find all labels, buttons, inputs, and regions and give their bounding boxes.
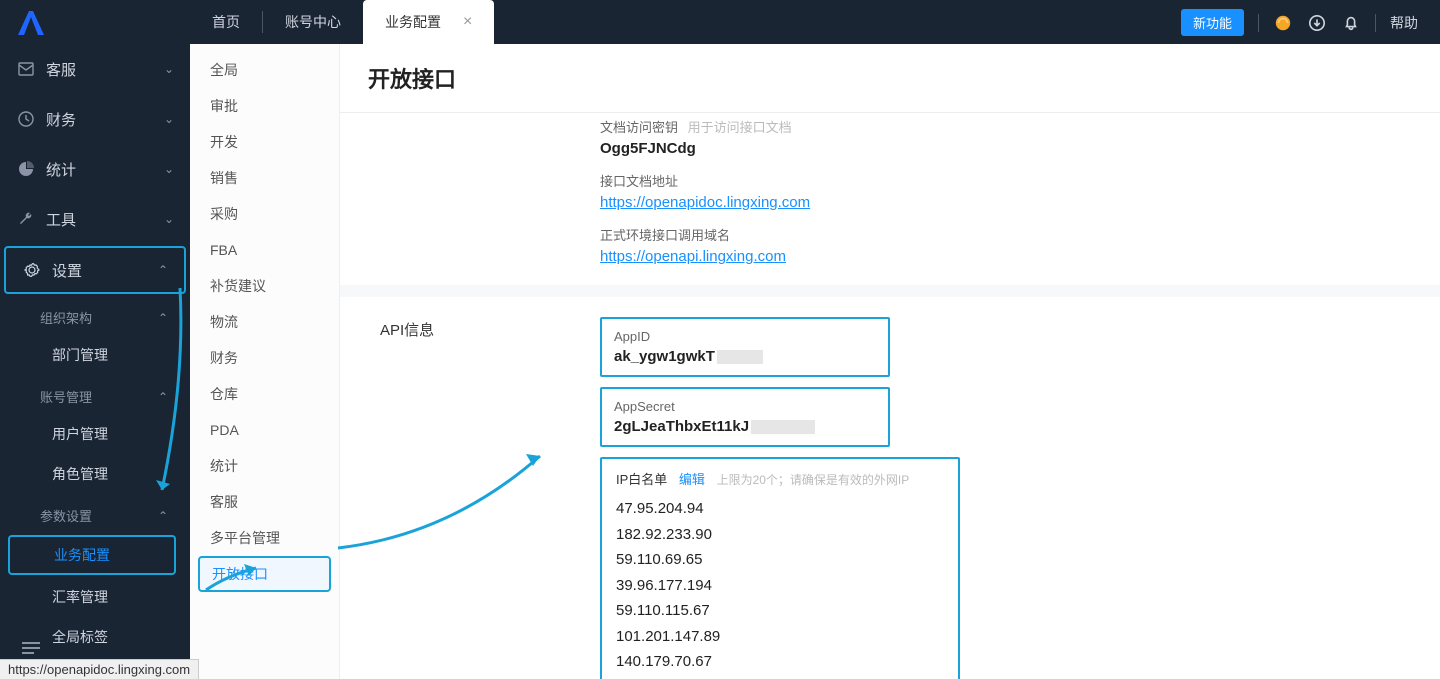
primary-menu-label: 统计 [46,159,76,180]
gear-icon [22,262,42,278]
ip-edit-link[interactable]: 编辑 [679,472,705,487]
submenu-item[interactable]: 业务配置 [8,535,176,575]
top-tab-1[interactable]: 账号中心 [263,0,363,44]
chevron-down-icon: ⌄ [164,62,174,76]
app-secret-masked [751,420,815,434]
primary-menu-工具[interactable]: 工具 ⌄ [0,194,190,244]
secondary-item[interactable]: 财务 [190,340,339,376]
download-icon[interactable] [1307,13,1327,33]
secondary-item[interactable]: 采购 [190,196,339,232]
primary-menu-财务[interactable]: 财务 ⌄ [0,94,190,144]
mail-icon [16,62,36,76]
primary-menu-设置[interactable]: 设置 ⌃ [4,246,186,294]
primary-menu-客服[interactable]: 客服 ⌄ [0,44,190,94]
prod-domain-link[interactable]: https://openapi.lingxing.com [600,248,786,265]
secondary-item[interactable]: 多平台管理 [190,520,339,556]
ip-entry: 140.179.70.67 [616,649,944,675]
secondary-item[interactable]: 销售 [190,160,339,196]
chevron-down-icon: ⌄ [164,112,174,126]
submenu-item[interactable]: 汇率管理 [0,577,190,617]
app-id-label: AppID [614,329,876,344]
secondary-item[interactable]: 审批 [190,88,339,124]
secondary-item[interactable]: 统计 [190,448,339,484]
app-id-masked [717,350,763,364]
page-title: 开放接口 [368,62,1412,94]
submenu-head-params[interactable]: 参数设置⌃ [0,494,190,533]
page-header: 开放接口 [340,44,1440,113]
doc-key-value: Ogg5FJNCdg [600,140,1400,157]
main-content: 开放接口 文档访问密钥 用于访问接口文档 Ogg5FJNCdg 接口文档地址 [340,44,1440,679]
ip-entry: 39.96.177.194 [616,573,944,599]
pie-icon [16,161,36,177]
status-bar-url: https://openapidoc.lingxing.com [0,659,199,679]
secondary-item[interactable]: PDA [190,412,339,448]
ip-entry: 59.110.69.65 [616,547,944,573]
secondary-item[interactable]: 补货建议 [190,268,339,304]
secondary-sidebar: 全局审批开发销售采购FBA补货建议物流财务仓库PDA统计客服多平台管理开放接口 [190,44,340,679]
app-id-box: AppID ak_ygw1gwkT [600,317,890,377]
ip-entry: 101.201.147.89 [616,624,944,650]
new-feature-button[interactable]: 新功能 [1181,9,1244,36]
app-secret-box: AppSecret 2gLJeaThbxEt11kJ [600,387,890,447]
primary-sidebar: 客服 ⌄ 财务 ⌄ 统计 ⌄ 工具 ⌄ 设置 ⌃ 组织架构⌃部门管理账号管理⌃用户管理角色管理参数设… [0,0,190,679]
ip-entry: 59.110.115.67 [616,598,944,624]
submenu-head-org[interactable]: 组织架构⌃ [0,296,190,335]
clock-icon [16,111,36,127]
sidebar-collapse-icon[interactable] [20,640,42,659]
tab-close-icon[interactable]: × [463,13,472,31]
secondary-item[interactable]: 仓库 [190,376,339,412]
secondary-item[interactable]: 客服 [190,484,339,520]
top-tab-0[interactable]: 首页 [190,0,262,44]
secondary-item[interactable]: 物流 [190,304,339,340]
prod-domain-label: 正式环境接口调用域名 [600,225,1400,244]
chevron-up-icon: ⌃ [158,263,168,277]
submenu-head-account[interactable]: 账号管理⌃ [0,375,190,414]
primary-menu-label: 财务 [46,109,76,130]
secondary-item[interactable]: 全局 [190,52,339,88]
ip-whitelist-hint: 上限为20个；请确保是有效的外网IP [717,473,910,487]
ip-whitelist-box: IP白名单 编辑 上限为20个；请确保是有效的外网IP 47.95.204.94… [600,457,960,679]
app-secret-label: AppSecret [614,399,876,414]
app-secret-value: 2gLJeaThbxEt11kJ [614,418,749,435]
primary-menu-label: 工具 [46,209,76,230]
help-link[interactable]: 帮助 [1390,13,1418,33]
wrench-icon [16,211,36,227]
top-bar: 首页账号中心业务配置× 新功能 帮助 [190,0,1440,44]
ip-whitelist-label: IP白名单 [616,472,667,487]
submenu-item[interactable]: 部门管理 [0,335,190,375]
secondary-item[interactable]: 开放接口 [198,556,331,592]
app-id-value: ak_ygw1gwkT [614,348,715,365]
chevron-down-icon: ⌄ [164,212,174,226]
top-tab-2[interactable]: 业务配置× [363,0,494,44]
support-icon[interactable] [1273,13,1293,33]
primary-menu-label: 设置 [52,260,82,281]
doc-url-label: 接口文档地址 [600,171,1400,190]
submenu-item[interactable]: 角色管理 [0,454,190,494]
chevron-down-icon: ⌄ [164,162,174,176]
submenu-item[interactable]: 用户管理 [0,414,190,454]
primary-menu-label: 客服 [46,59,76,80]
ip-entry: 182.92.233.90 [616,522,944,548]
ip-entry: 47.95.204.94 [616,496,944,522]
ip-entry: 140.179.119.76 [616,675,944,679]
app-logo[interactable] [0,0,190,44]
doc-key-label: 文档访问密钥 [600,120,678,135]
secondary-item[interactable]: 开发 [190,124,339,160]
secondary-item[interactable]: FBA [190,232,339,268]
primary-menu-统计[interactable]: 统计 ⌄ [0,144,190,194]
doc-url-link[interactable]: https://openapidoc.lingxing.com [600,194,810,211]
bell-icon[interactable] [1341,13,1361,33]
ip-list: 47.95.204.94182.92.233.9059.110.69.6539.… [616,496,944,679]
doc-key-hint: 用于访问接口文档 [688,120,792,135]
api-section-label: API信息 [380,317,600,679]
